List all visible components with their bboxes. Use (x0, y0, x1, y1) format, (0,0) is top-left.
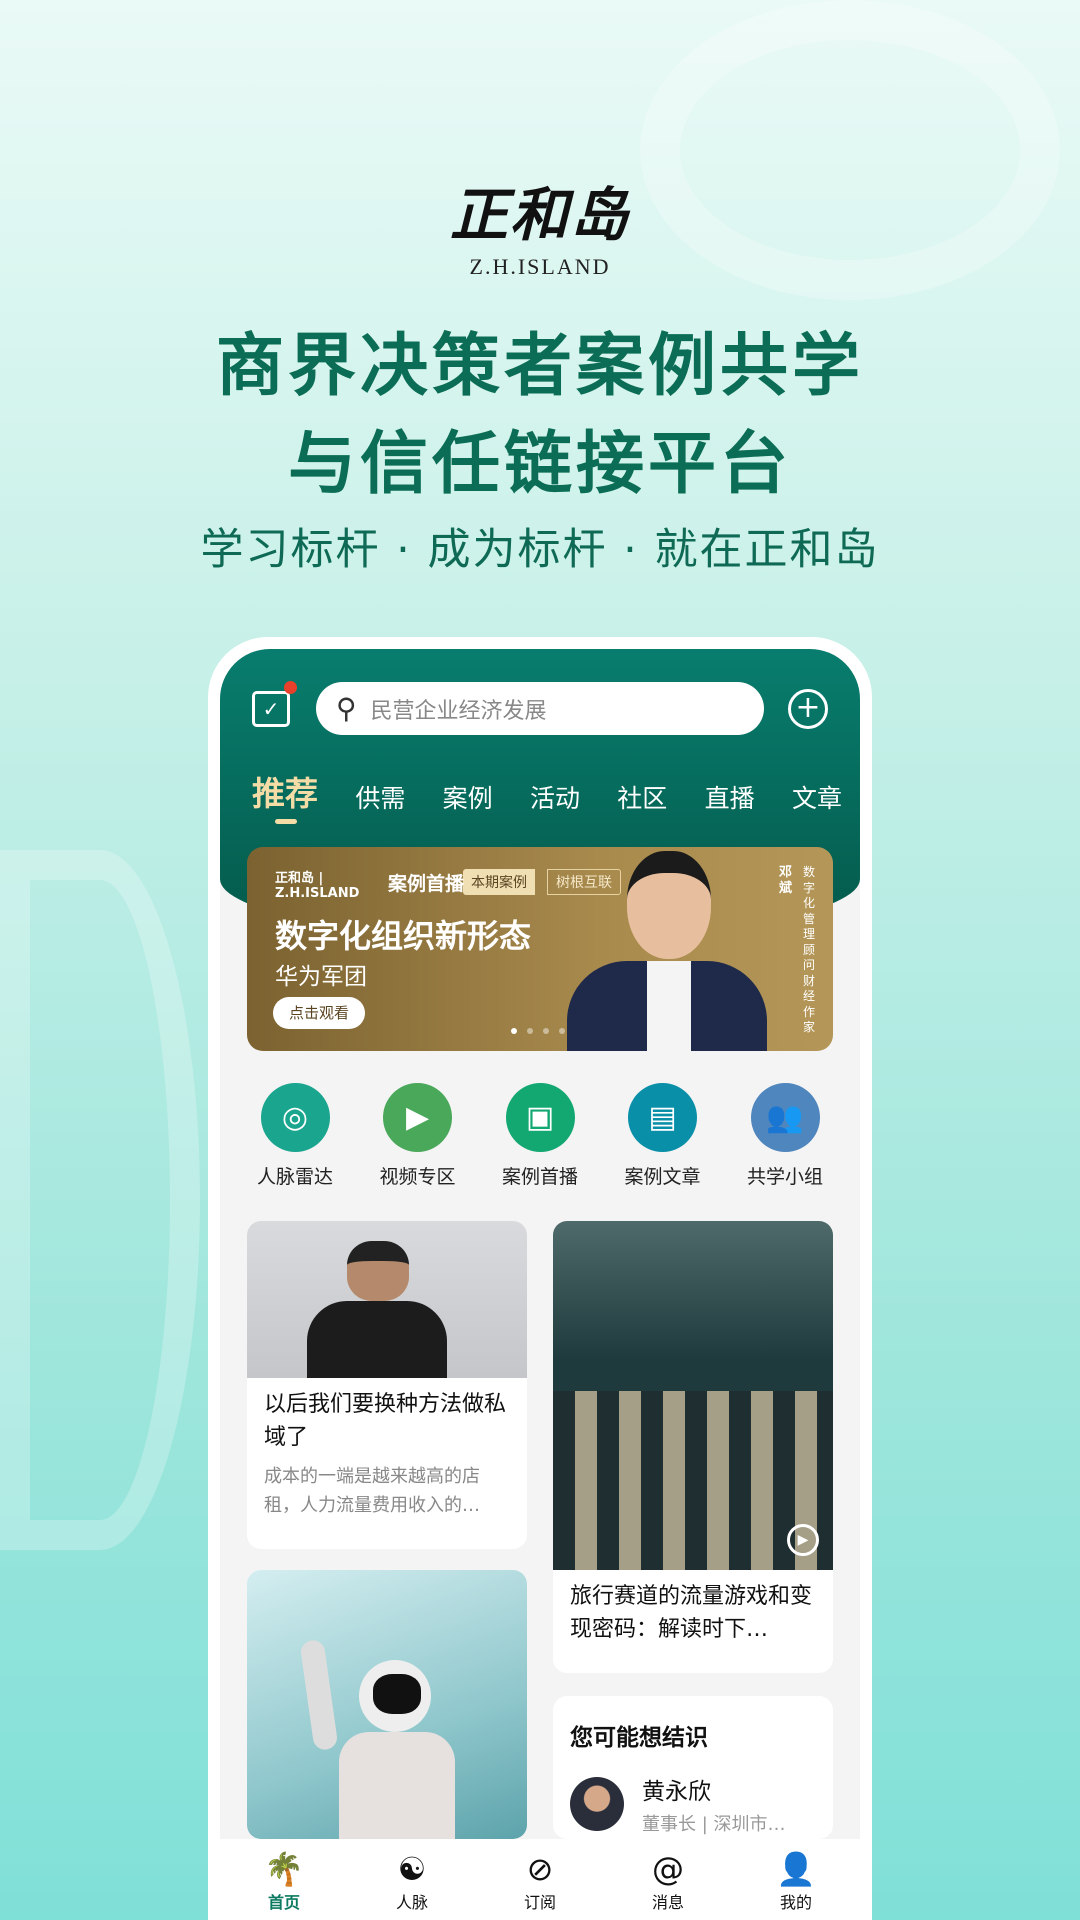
feed-card[interactable]: 以后我们要换种方法做私域了 成本的一端是越来越高的店租，人力流量费用收入的… (247, 1221, 527, 1549)
logo-en: Z.H.ISLAND (469, 254, 611, 279)
tab-recommend[interactable]: 推荐 (252, 767, 318, 815)
brand-logo: 正和岛 Z.H.ISLAND (440, 168, 640, 280)
robot-image (247, 1570, 527, 1839)
entry-label: 视频专区 (379, 1166, 456, 1188)
subway-station-image: ▶ (553, 1221, 833, 1570)
tab-live[interactable]: 直播 (705, 779, 755, 815)
shell-icon: @ (652, 1850, 684, 1888)
feed-card[interactable]: ▶ 旅行赛道的流量游戏和变现密码：解读时下… (553, 1221, 833, 1673)
notification-dot (284, 681, 297, 694)
feed-card[interactable] (247, 1570, 527, 1839)
speaker-photo (567, 851, 767, 1051)
speaker-name: 邓斌 (779, 865, 793, 896)
nav-messages[interactable]: @ 消息 (604, 1839, 732, 1920)
avatar (570, 1777, 624, 1831)
banner-series-label: 案例首播 (388, 873, 465, 895)
feed-title: 以后我们要换种方法做私域了 (264, 1392, 507, 1450)
category-tabs: 推荐 供需 案例 活动 社区 直播 文章 (252, 767, 842, 815)
tab-events[interactable]: 活动 (530, 779, 580, 815)
entry-video-zone[interactable]: ▶ 视频专区 (357, 1083, 479, 1189)
entry-label: 人脉雷达 (256, 1166, 333, 1188)
entry-label: 案例文章 (624, 1166, 701, 1188)
nav-label: 首页 (267, 1893, 300, 1912)
banner-tag-current: 本期案例 (463, 869, 535, 895)
radar-icon: ◎ (260, 1083, 330, 1152)
app-screen: ✓ ⚲ 民营企业经济发展 + 推荐 供需 案例 活动 社区 直播 文章 正和岛 … (220, 649, 860, 1920)
speaker-desc: 数字化管理顾问财经作家 (803, 865, 816, 1034)
nav-label: 我的 (779, 1893, 812, 1912)
search-icon: ⚲ (336, 692, 357, 725)
feed-desc: 成本的一端是越来越高的店租，人力流量费用收入的… (264, 1466, 480, 1516)
feed-title: 旅行赛道的流量游戏和变现密码：解读时下… (570, 1584, 813, 1642)
tab-supply-demand[interactable]: 供需 (355, 779, 405, 815)
suggestion-heading: 您可能想结识 (570, 1725, 708, 1751)
play-icon[interactable]: ▶ (787, 1524, 819, 1556)
add-icon[interactable]: + (788, 689, 828, 729)
promo-banner[interactable]: 正和岛 | Z.H.ISLAND 本期案例 树根互联 数字化组织新形态 华为军团… (247, 847, 833, 1051)
entry-label: 共学小组 (746, 1166, 823, 1188)
background-decoration (640, 0, 1060, 300)
logo-cn: 正和岛 (449, 181, 630, 249)
banner-title: 数字化组织新形态 (275, 917, 532, 955)
entry-study-groups[interactable]: 👥 共学小组 (724, 1083, 846, 1189)
person-role: 董事长 | 深圳市… (642, 1814, 786, 1835)
entry-label: 案例首播 (501, 1166, 578, 1188)
tab-articles[interactable]: 文章 (792, 779, 842, 815)
people-suggestion-card: 您可能想结识 黄永欣 董事长 | 深圳市… (553, 1696, 833, 1839)
nav-profile[interactable]: 👤 我的 (732, 1839, 860, 1920)
nav-label: 人脉 (395, 1893, 428, 1912)
entry-contact-radar[interactable]: ◎ 人脉雷达 (234, 1083, 356, 1189)
entry-case-articles[interactable]: ▤ 案例文章 (602, 1083, 724, 1189)
tab-indicator (275, 819, 297, 824)
calendar-check-icon[interactable]: ✓ (252, 691, 290, 727)
vr-man-image (247, 1221, 527, 1378)
fish-icon: ☯ (397, 1850, 427, 1888)
tab-cases[interactable]: 案例 (443, 779, 493, 815)
island-icon: 🌴 (264, 1850, 304, 1888)
headline-subtitle: 学习标杆 · 成为标杆 · 就在正和岛 (200, 525, 880, 575)
banner-subtitle: 华为军团 (275, 964, 367, 990)
headline-line2: 与信任链接平台 (287, 425, 792, 504)
compass-icon: ⊘ (526, 1850, 554, 1888)
nav-contacts[interactable]: ☯ 人脉 (348, 1839, 476, 1920)
document-icon: ▤ (628, 1083, 697, 1152)
nav-label: 订阅 (523, 1893, 556, 1912)
search-input[interactable]: ⚲ 民营企业经济发展 (316, 682, 764, 735)
bottom-nav: 🌴 首页 ☯ 人脉 ⊘ 订阅 @ 消息 👤 我的 (220, 1839, 860, 1920)
quick-entries: ◎ 人脉雷达 ▶ 视频专区 ▣ 案例首播 ▤ 案例文章 👥 共学小组 (234, 1083, 846, 1189)
banner-brand: 正和岛 | Z.H.ISLAND (275, 871, 360, 901)
clapper-play-icon: ▣ (505, 1083, 575, 1152)
tab-community[interactable]: 社区 (617, 779, 667, 815)
person-icon: 👤 (776, 1850, 816, 1888)
group-icon: 👥 (750, 1083, 820, 1152)
nav-subscribe[interactable]: ⊘ 订阅 (476, 1839, 604, 1920)
nav-home[interactable]: 🌴 首页 (220, 1839, 348, 1920)
carousel-dots[interactable] (511, 1028, 565, 1034)
video-camera-icon: ▶ (383, 1083, 452, 1152)
nav-label: 消息 (651, 1893, 684, 1912)
watch-button[interactable]: 点击观看 (273, 997, 365, 1029)
search-placeholder: 民营企业经济发展 (370, 698, 547, 724)
entry-case-premiere[interactable]: ▣ 案例首播 (479, 1083, 601, 1189)
headline-line1: 商界决策者案例共学 (215, 327, 864, 406)
suggested-person[interactable]: 黄永欣 董事长 | 深圳市… (553, 1752, 833, 1839)
person-name: 黄永欣 (642, 1779, 711, 1805)
background-decoration (0, 850, 200, 1550)
